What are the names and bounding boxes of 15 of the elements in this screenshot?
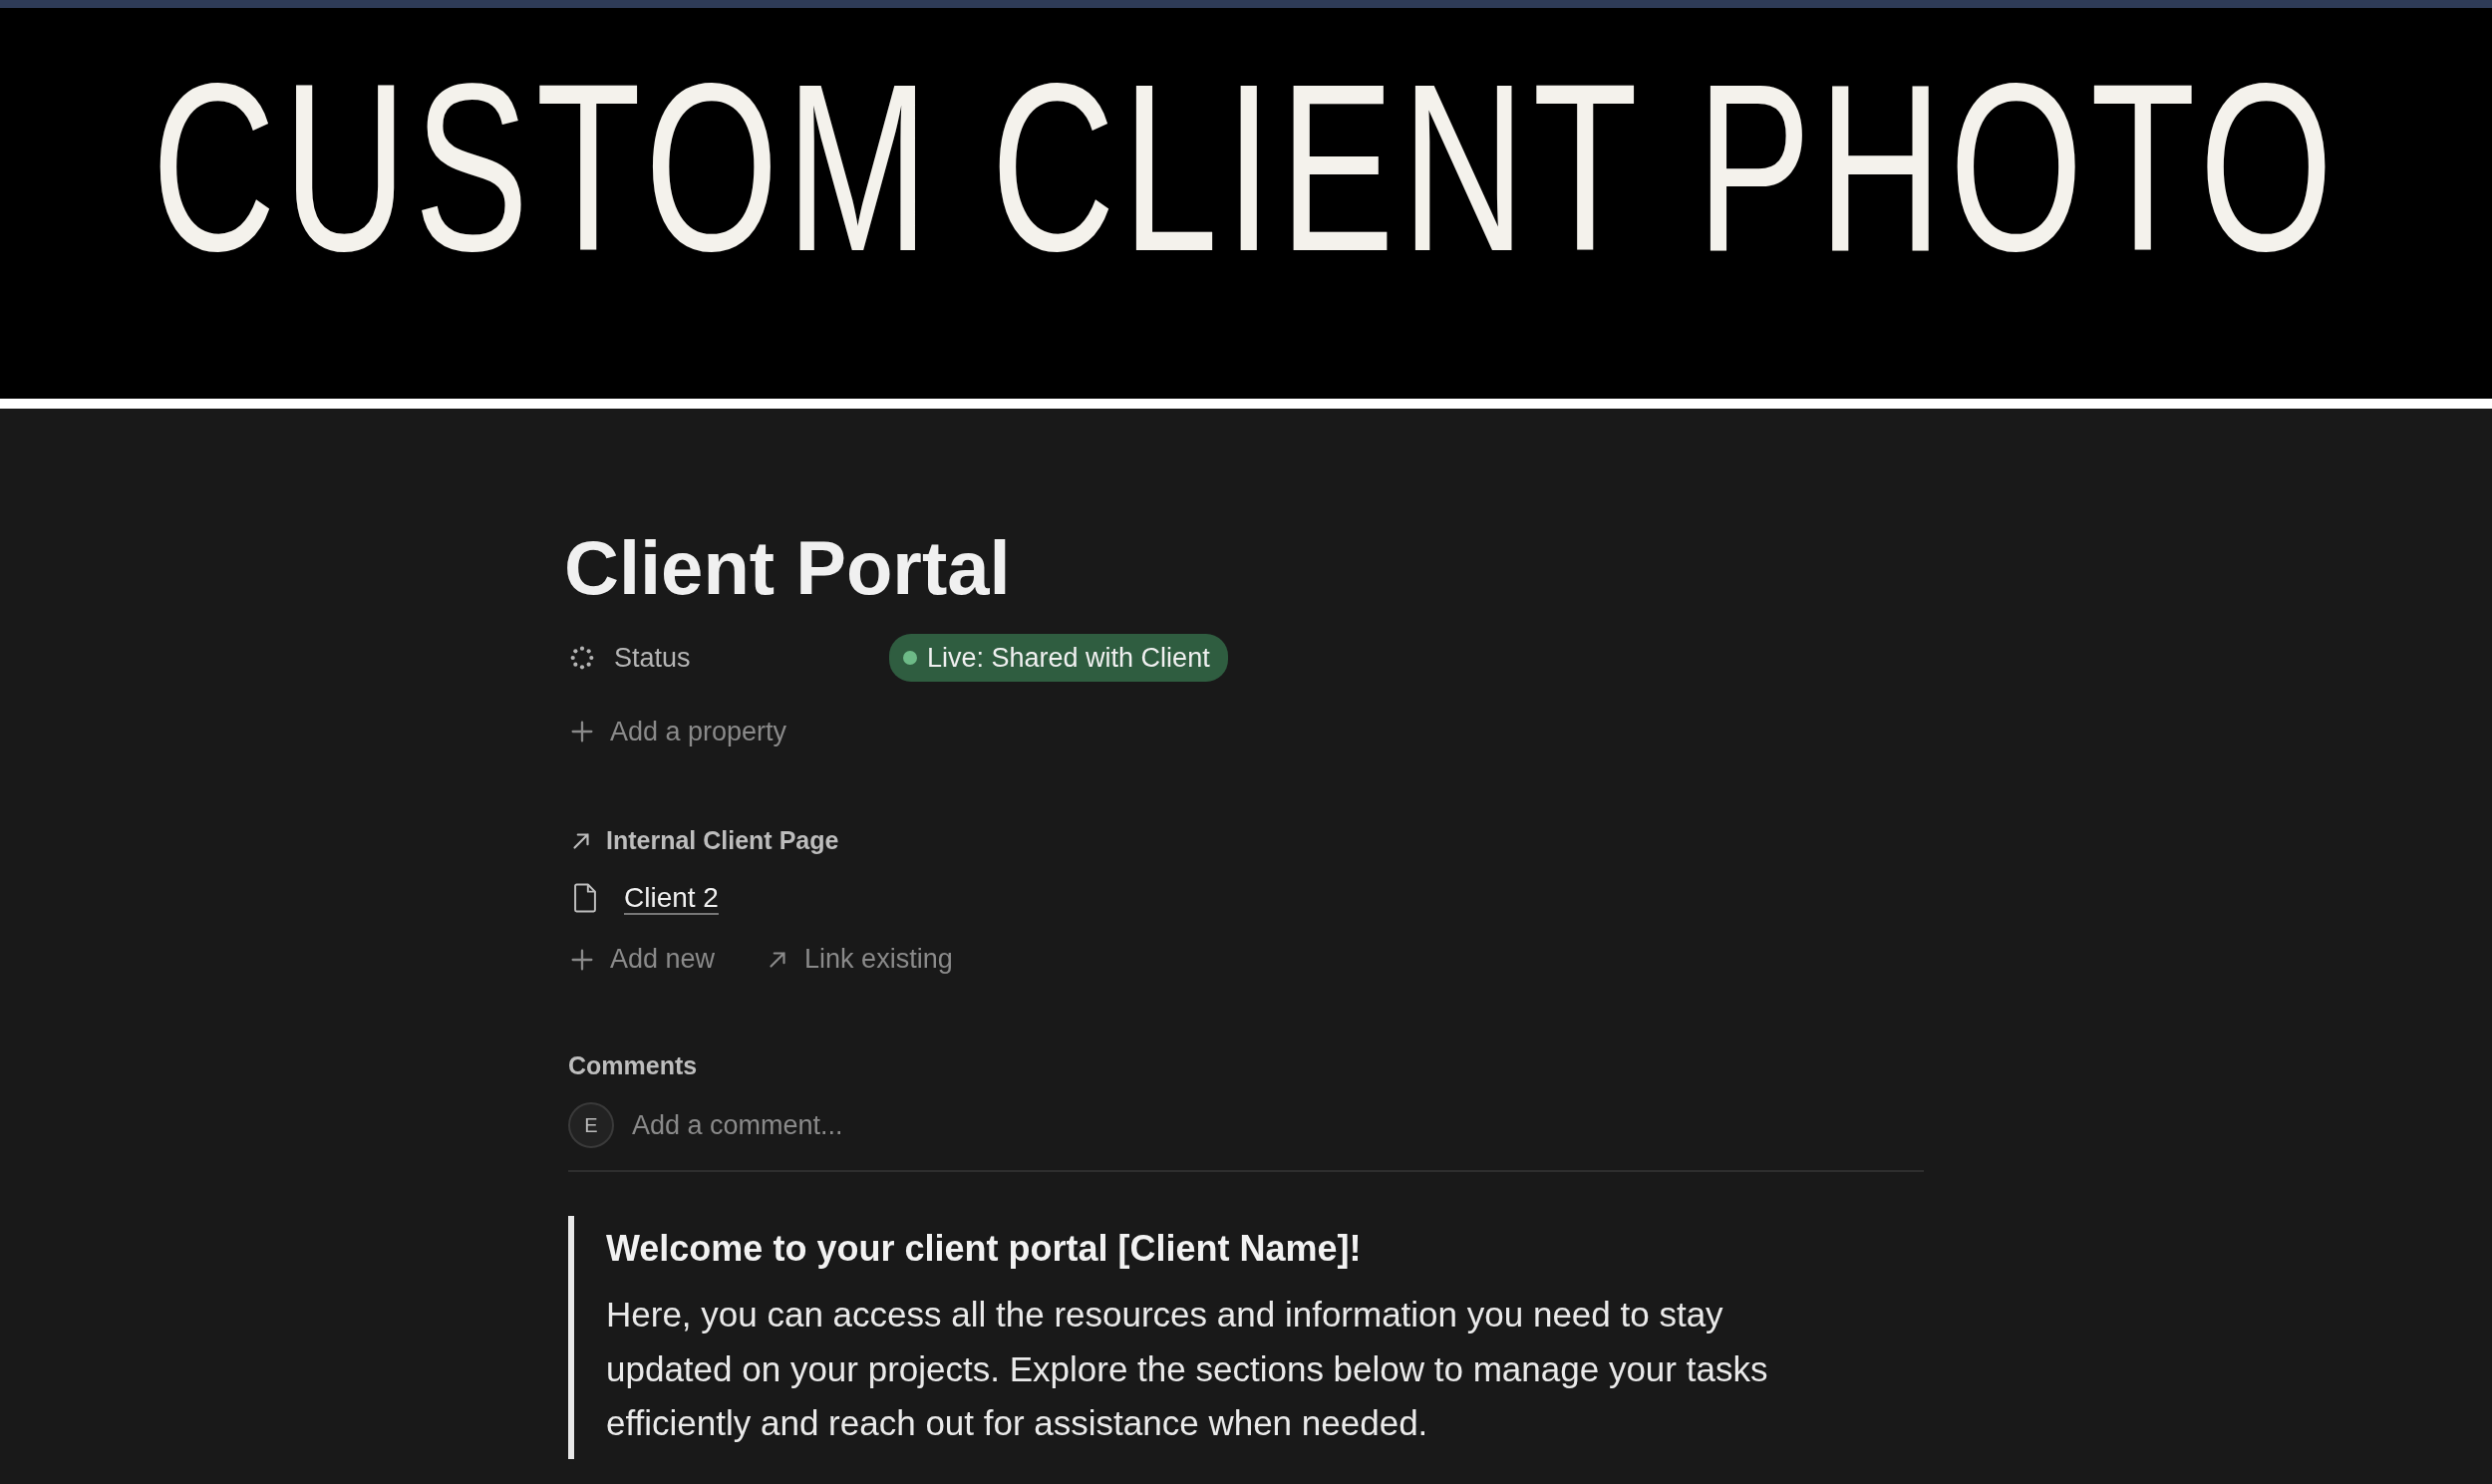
property-label: Status: [614, 641, 691, 675]
status-tag[interactable]: Live: Shared with Client: [889, 633, 1228, 683]
add-property-button[interactable]: Add a property: [568, 711, 787, 752]
cover-text: CUSTOM CLIENT PHOTO: [152, 48, 2340, 287]
page-title: Client Portal: [564, 524, 1012, 612]
comment-field[interactable]: Add a comment...: [630, 1103, 1228, 1147]
avatar: E: [568, 1102, 614, 1149]
quote-text: Here, you can access all the resources and information you need to stay updated on your projects. Explore the sections below to manage your tasks efficiently and reach out for assistance when needed.: [606, 1294, 1769, 1445]
add-new-button[interactable]: Add new: [568, 939, 716, 980]
link-existing-button[interactable]: Link existing: [765, 939, 953, 980]
status-dot-icon: [903, 651, 917, 666]
relation-label: Internal Client Page: [606, 825, 839, 857]
comments-heading: Comments: [568, 1049, 699, 1081]
page-link[interactable]: Client 2: [624, 876, 719, 919]
quote-heading: Welcome to your client portal [Client Name]!: [606, 1227, 1363, 1272]
